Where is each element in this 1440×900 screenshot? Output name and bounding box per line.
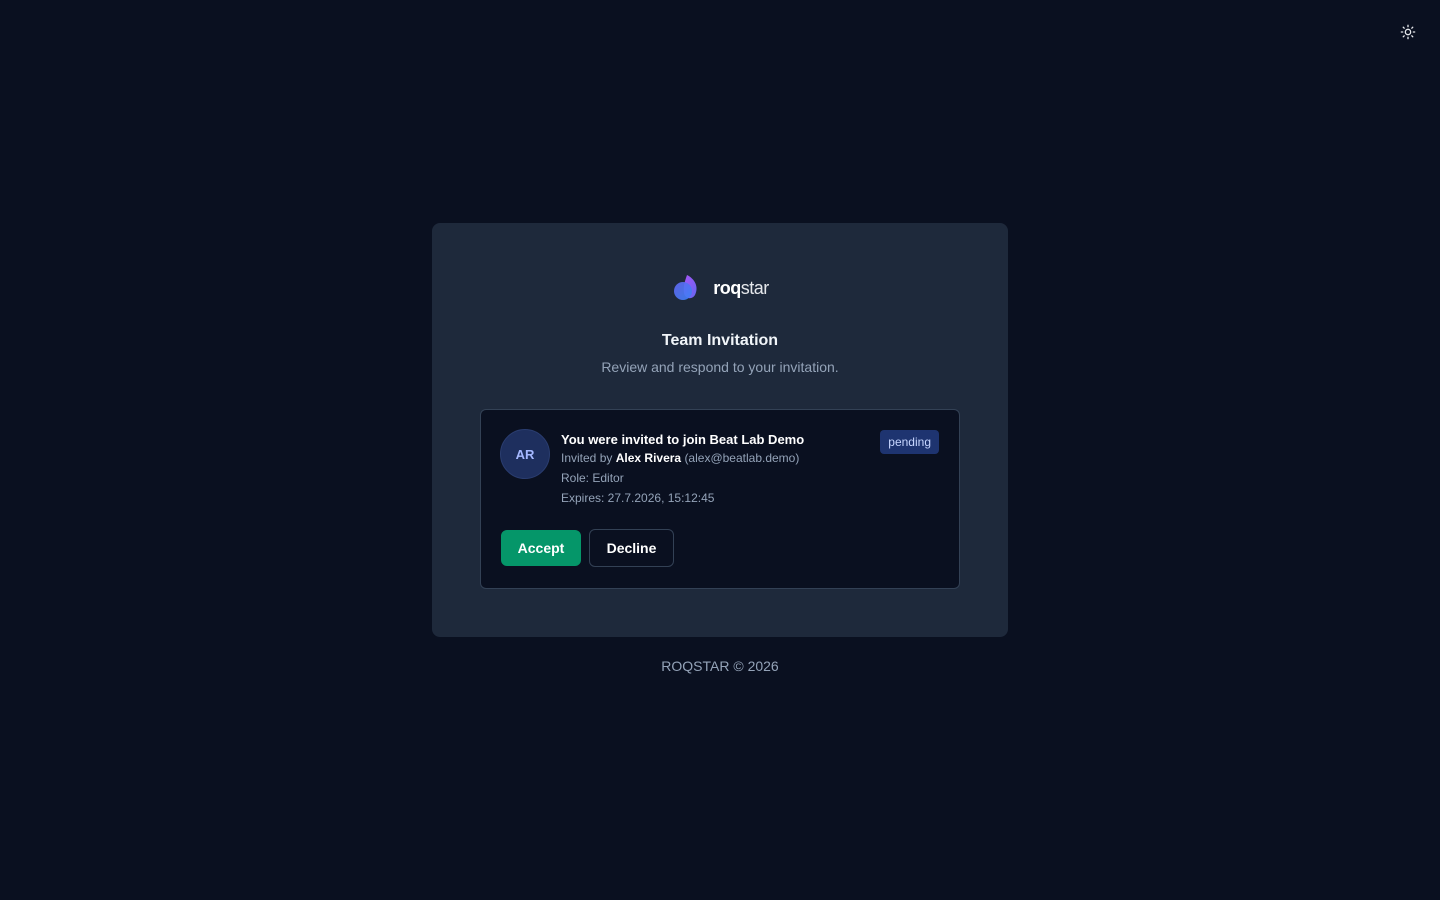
decline-button[interactable]: Decline <box>589 529 674 567</box>
roqstar-logo-icon <box>671 273 701 303</box>
page-title: Team Invitation <box>661 332 779 349</box>
inviter-name: Alex Rivera <box>615 451 682 465</box>
inviter-email: (alex@beatlab.demo) <box>684 451 800 465</box>
theme-toggle-button[interactable] <box>1396 20 1420 44</box>
invited-by-prefix: Invited by <box>561 451 613 465</box>
invited-by-line: Invited by Alex Rivera (alex@beatlab.dem… <box>561 448 804 468</box>
brand: roqstar <box>432 273 1008 303</box>
invitation-actions: Accept Decline <box>501 529 674 567</box>
brand-name-bold: roq <box>713 277 741 298</box>
invitation-details: You were invited to join Beat Lab Demo I… <box>561 432 804 508</box>
role-line: Role: Editor <box>561 471 624 485</box>
brand-name: roqstar <box>713 278 769 299</box>
invitation-headline: You were invited to join Beat Lab Demo <box>561 432 805 447</box>
expires-line: Expires: 27.7.2026, 15:12:45 <box>561 491 715 505</box>
accept-button[interactable]: Accept <box>501 530 581 566</box>
invitation-card: roqstar Team Invitation Review and respo… <box>432 223 1008 637</box>
invitation-item: AR You were invited to join Beat Lab Dem… <box>480 409 960 589</box>
avatar: AR <box>500 429 550 479</box>
footer-copyright: ROQSTAR © 2026 <box>661 658 779 674</box>
sun-icon <box>1400 24 1416 40</box>
status-badge: pending <box>880 430 939 454</box>
brand-name-light: star <box>740 277 770 298</box>
page-subtitle: Review and respond to your invitation. <box>601 359 839 375</box>
